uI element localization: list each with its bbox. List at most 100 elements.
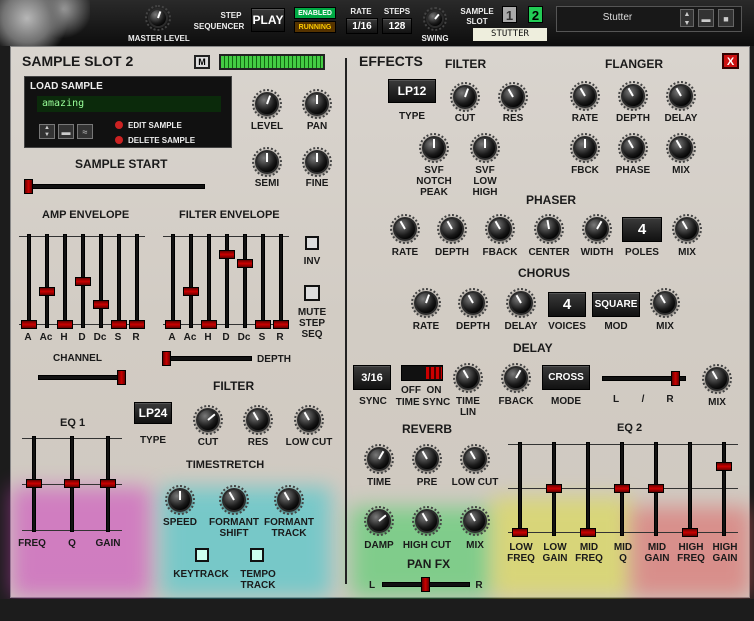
eq1-q-thumb[interactable] bbox=[64, 479, 80, 488]
filter-env-h-track[interactable] bbox=[207, 234, 211, 328]
flanger-delay-knob[interactable] bbox=[666, 81, 696, 111]
eq2-high-freq-track[interactable] bbox=[688, 442, 692, 536]
reverb-low-cut-knob[interactable] bbox=[460, 444, 490, 474]
amp-env-d-thumb[interactable] bbox=[75, 277, 91, 286]
filter-env-ac-track[interactable] bbox=[189, 234, 193, 328]
close-button[interactable]: X bbox=[722, 53, 739, 69]
reverb-time-knob[interactable] bbox=[364, 444, 394, 474]
slot-2-button[interactable]: 2 bbox=[528, 6, 543, 23]
sample-start-slider[interactable] bbox=[25, 184, 205, 189]
level-knob[interactable] bbox=[252, 89, 282, 119]
speed-knob[interactable] bbox=[165, 485, 195, 515]
keytrack-checkbox[interactable] bbox=[195, 548, 209, 562]
chorus-rate-knob[interactable] bbox=[411, 288, 441, 318]
pan-knob[interactable] bbox=[302, 89, 332, 119]
filter-env-r-track[interactable] bbox=[279, 234, 283, 328]
fine-knob[interactable] bbox=[302, 147, 332, 177]
filter-env-d-thumb[interactable] bbox=[219, 250, 235, 259]
reverb-mix-knob[interactable] bbox=[460, 506, 490, 536]
flanger-phase-knob[interactable] bbox=[618, 133, 648, 163]
amp-env-a-thumb[interactable] bbox=[21, 320, 37, 329]
preset-folder-icon[interactable]: ▬ bbox=[698, 9, 714, 27]
chorus-voices-display[interactable]: 4 bbox=[548, 292, 586, 317]
reverb-high-cut-knob[interactable] bbox=[412, 506, 442, 536]
phaser-rate-knob[interactable] bbox=[390, 214, 420, 244]
eq2-mid-gain-thumb[interactable] bbox=[648, 484, 664, 493]
filter-env-r-thumb[interactable] bbox=[273, 320, 289, 329]
eq2-high-freq-thumb[interactable] bbox=[682, 528, 698, 537]
phaser-center-knob[interactable] bbox=[534, 214, 564, 244]
svf-notch-peak-knob[interactable] bbox=[419, 133, 449, 163]
delay-mix-knob[interactable] bbox=[702, 364, 732, 394]
time-sync-switch[interactable] bbox=[401, 365, 443, 381]
amp-env-ac-thumb[interactable] bbox=[39, 287, 55, 296]
phaser-mix-knob[interactable] bbox=[672, 214, 702, 244]
reverb-damp-knob[interactable] bbox=[364, 506, 394, 536]
filter-type-button[interactable]: LP24 bbox=[134, 402, 172, 424]
eq2-high-gain-track[interactable] bbox=[722, 442, 726, 536]
preset-name[interactable]: Stutter bbox=[560, 10, 675, 26]
eq2-mid-freq-thumb[interactable] bbox=[580, 528, 596, 537]
delay-mode-button[interactable]: CROSS bbox=[542, 365, 590, 390]
preset-stepper[interactable]: ▲ ▼ bbox=[680, 9, 694, 27]
master-level-knob[interactable] bbox=[145, 5, 171, 31]
eq2-low-freq-track[interactable] bbox=[518, 442, 522, 536]
sample-stepper[interactable]: ▲ ▼ bbox=[39, 124, 55, 139]
flanger-mix-knob[interactable] bbox=[666, 133, 696, 163]
phaser-poles-display[interactable]: 4 bbox=[622, 217, 662, 242]
sample-start-thumb[interactable] bbox=[24, 179, 33, 194]
filter-cut-knob[interactable] bbox=[193, 405, 223, 435]
eq1-gain-thumb[interactable] bbox=[100, 479, 116, 488]
amp-env-h-track[interactable] bbox=[63, 234, 67, 328]
eq1-freq-thumb[interactable] bbox=[26, 479, 42, 488]
sample-folder-icon[interactable]: ▬ bbox=[58, 124, 74, 139]
filter-env-a-track[interactable] bbox=[171, 234, 175, 328]
filter-env-s-track[interactable] bbox=[261, 234, 265, 328]
formant-shift-knob[interactable] bbox=[219, 485, 249, 515]
filter-env-h-thumb[interactable] bbox=[201, 320, 217, 329]
edit-sample-led[interactable] bbox=[115, 121, 123, 129]
svf-low-high-knob[interactable] bbox=[470, 133, 500, 163]
formant-track-knob[interactable] bbox=[274, 485, 304, 515]
phaser-width-knob[interactable] bbox=[582, 214, 612, 244]
channel-slider[interactable] bbox=[38, 375, 126, 380]
amp-env-s-thumb[interactable] bbox=[111, 320, 127, 329]
filter-env-dc-track[interactable] bbox=[243, 234, 247, 328]
filter-env-a-thumb[interactable] bbox=[165, 320, 181, 329]
eq2-mid-q-thumb[interactable] bbox=[614, 484, 630, 493]
play-button[interactable]: PLAY bbox=[251, 8, 285, 32]
depth-slider[interactable] bbox=[162, 356, 252, 361]
filter-env-s-thumb[interactable] bbox=[255, 320, 271, 329]
flanger-rate-knob[interactable] bbox=[570, 81, 600, 111]
eq2-low-gain-thumb[interactable] bbox=[546, 484, 562, 493]
m-button[interactable]: M bbox=[194, 55, 210, 69]
eq2-mid-freq-track[interactable] bbox=[586, 442, 590, 536]
delay-time-lin-knob[interactable] bbox=[453, 363, 483, 393]
reverb-pre-knob[interactable] bbox=[412, 444, 442, 474]
enabled-indicator[interactable]: ENABLED bbox=[294, 7, 336, 19]
chorus-mod-button[interactable]: SQUARE bbox=[592, 292, 640, 317]
flanger-depth-knob[interactable] bbox=[618, 81, 648, 111]
sample-waveform-icon[interactable]: ≈ bbox=[77, 124, 93, 139]
delete-sample-led[interactable] bbox=[115, 136, 123, 144]
sample-name-field[interactable]: amazing bbox=[37, 96, 221, 112]
fx-filter-type-button[interactable]: LP12 bbox=[388, 79, 436, 103]
amp-env-dc-track[interactable] bbox=[99, 234, 103, 328]
chorus-mix-knob[interactable] bbox=[650, 288, 680, 318]
amp-env-a-track[interactable] bbox=[27, 234, 31, 328]
amp-env-r-track[interactable] bbox=[135, 234, 139, 328]
phaser-depth-knob[interactable] bbox=[437, 214, 467, 244]
filter-env-dc-thumb[interactable] bbox=[237, 259, 253, 268]
filter-env-d-track[interactable] bbox=[225, 234, 229, 328]
phaser-fback-knob[interactable] bbox=[485, 214, 515, 244]
delay-lr-thumb[interactable] bbox=[671, 371, 680, 386]
rate-selector[interactable]: 1/16 bbox=[346, 18, 378, 34]
pan-fx-thumb[interactable] bbox=[421, 577, 430, 592]
delay-fback-knob[interactable] bbox=[501, 363, 531, 393]
amp-env-h-thumb[interactable] bbox=[57, 320, 73, 329]
amp-env-dc-thumb[interactable] bbox=[93, 300, 109, 309]
amp-env-ac-track[interactable] bbox=[45, 234, 49, 328]
semi-knob[interactable] bbox=[252, 147, 282, 177]
fx-filter-res-knob[interactable] bbox=[498, 82, 528, 112]
filter-res-knob[interactable] bbox=[243, 405, 273, 435]
